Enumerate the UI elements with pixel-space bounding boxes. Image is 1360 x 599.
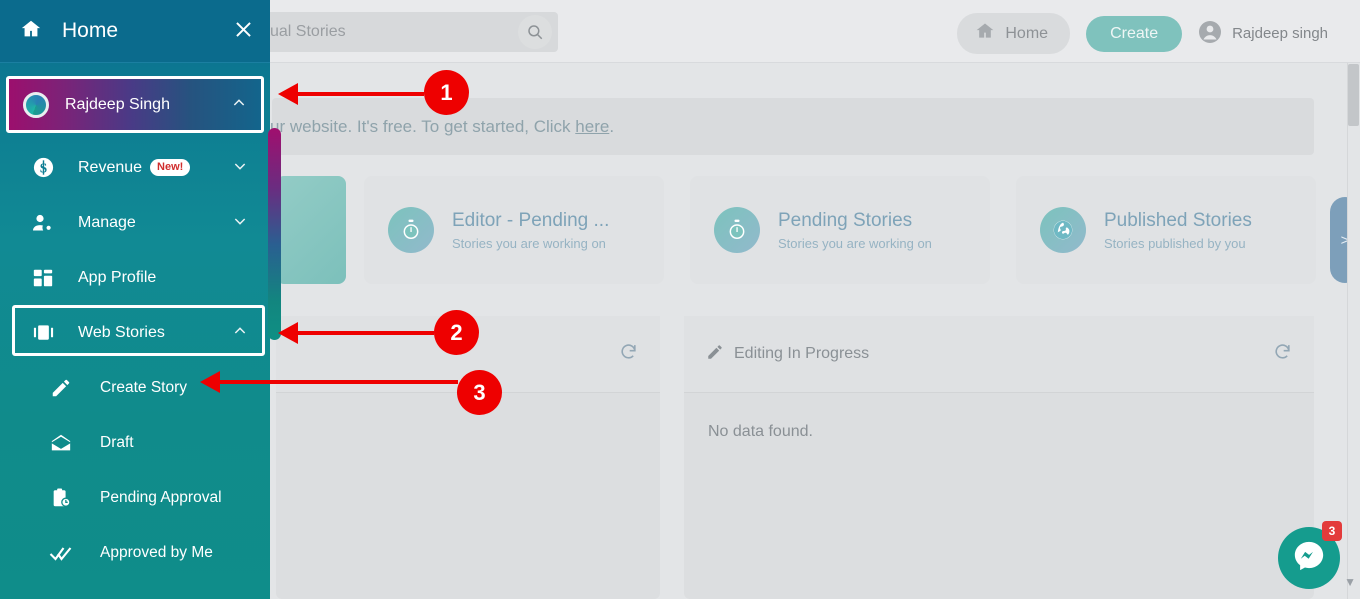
sidebar-item-manage[interactable]: Manage	[0, 195, 270, 250]
page-scrollbar-thumb[interactable]	[1348, 64, 1359, 126]
annotation-line-1	[296, 92, 424, 96]
close-icon[interactable]	[233, 19, 254, 44]
pencil-icon	[706, 343, 724, 366]
stat-card-partial[interactable]	[276, 176, 346, 284]
double-check-icon	[48, 541, 74, 565]
sidebar-item-label: Draft	[100, 433, 134, 451]
sidebar-item-revenue[interactable]: S Revenue New!	[0, 140, 270, 195]
stat-card-pending-stories[interactable]: Pending Stories Stories you are working …	[690, 176, 990, 284]
stat-card-subtitle: Stories published by you	[1104, 235, 1246, 251]
sidebar-item-app-profile[interactable]: App Profile	[0, 250, 270, 305]
sidebar-item-create-story[interactable]: Create Story	[0, 360, 270, 415]
sidebar-item-pending-approval[interactable]: Pending Approval	[0, 470, 270, 525]
manage-accounts-icon	[30, 211, 56, 235]
new-badge: New!	[150, 159, 191, 176]
navigation-drawer: Home Rajdeep Singh Revenue New! Manage A…	[0, 0, 270, 599]
annotation-highlight-account	[6, 76, 264, 133]
header-user-name: Rajdeep singh	[1232, 25, 1328, 42]
messenger-icon	[1292, 539, 1326, 578]
header-create-label: Create	[1110, 24, 1159, 42]
annotation-number: 1	[440, 79, 453, 105]
drawer-scrollbar[interactable]	[268, 128, 281, 340]
sidebar-item-label: Revenue	[78, 158, 143, 176]
pencil-icon	[48, 377, 74, 399]
sidebar-item-label: Pending Approval	[100, 488, 222, 506]
stopwatch-icon	[714, 207, 760, 253]
header-create-button[interactable]: Create	[1086, 15, 1183, 52]
annotation-number: 2	[450, 319, 463, 345]
clipboard-clock-icon	[48, 487, 74, 509]
sidebar-item-label: App Profile	[78, 268, 157, 286]
panel-right-body: No data found.	[708, 423, 813, 440]
sidebar-item-label: Web Stories	[78, 323, 165, 341]
stat-card-subtitle: Stories you are working on	[778, 235, 932, 251]
panel-left	[276, 316, 660, 599]
promo-banner-text: ur website. It's free. To get started, C…	[270, 117, 614, 137]
dashboard-icon	[30, 267, 56, 289]
sidebar-item-label: Manage	[78, 213, 136, 231]
promo-text-after: .	[609, 116, 615, 136]
chevron-up-icon[interactable]	[232, 323, 248, 342]
sidebar-item-web-stories[interactable]: Web Stories	[0, 305, 270, 360]
annotation-marker-3: 3	[457, 370, 502, 415]
stat-card-published-stories[interactable]: Published Stories Stories published by y…	[1016, 176, 1316, 284]
annotation-arrowhead-3	[200, 371, 220, 393]
annotation-line-2	[296, 331, 434, 335]
promo-here-link[interactable]: here	[575, 117, 609, 136]
refresh-icon[interactable]	[1273, 342, 1292, 367]
panel-editing-in-progress: Editing In Progress No data found.	[684, 316, 1314, 599]
home-icon	[20, 18, 42, 45]
chevron-down-icon[interactable]: ▼	[1344, 575, 1356, 589]
drawer-menu: S Revenue New!	[0, 140, 270, 599]
header-home-button[interactable]: Home	[957, 13, 1071, 54]
stopwatch-icon	[388, 207, 434, 253]
account-circle-icon	[1198, 20, 1222, 48]
annotation-marker-1: 1	[424, 70, 469, 115]
stat-card-title: Published Stories	[1104, 209, 1252, 231]
search-icon[interactable]	[518, 15, 552, 49]
sidebar-item-my-published[interactable]: My Published	[0, 580, 270, 599]
stat-cards-row: Editor - Pending ... Stories you are wor…	[276, 176, 1316, 284]
annotation-arrowhead-2	[278, 322, 298, 344]
stat-card-subtitle: Stories you are working on	[452, 235, 606, 251]
stories-icon	[30, 321, 56, 344]
chevron-down-icon[interactable]	[232, 158, 248, 177]
panel-right-header: Editing In Progress	[684, 316, 1314, 393]
messenger-unread-badge: 3	[1322, 521, 1342, 541]
stat-card-title: Editor - Pending ...	[452, 209, 610, 231]
refresh-icon[interactable]	[619, 342, 638, 367]
screen-root: Home Create Rajdeep singh	[0, 0, 1360, 599]
sidebar-item-approved-by-me[interactable]: Approved by Me	[0, 525, 270, 580]
header-user-chip[interactable]: Rajdeep singh	[1198, 20, 1328, 48]
annotation-arrowhead-1	[278, 83, 298, 105]
drawer-title: Home	[62, 19, 119, 42]
chevron-down-icon[interactable]	[232, 213, 248, 232]
sidebar-item-draft[interactable]: Draft	[0, 415, 270, 470]
globe-icon	[1040, 207, 1086, 253]
annotation-marker-2: 2	[434, 310, 479, 355]
stat-card-editor-pending[interactable]: Editor - Pending ... Stories you are wor…	[364, 176, 664, 284]
sidebar-web-stories-wrap: Web Stories	[0, 305, 270, 360]
envelope-open-icon	[48, 432, 74, 454]
panel-right-title: Editing In Progress	[734, 345, 870, 362]
promo-text-before: ur website. It's free. To get started, C…	[270, 116, 576, 136]
header-actions: Home Create Rajdeep singh	[957, 13, 1328, 54]
sidebar-item-label: Approved by Me	[100, 543, 213, 561]
stat-card-title: Pending Stories	[778, 209, 913, 231]
messenger-unread-count: 3	[1328, 524, 1336, 538]
dollar-circle-icon: S	[30, 156, 56, 179]
annotation-line-3	[218, 380, 458, 384]
annotation-number: 3	[473, 379, 486, 405]
page-scrollbar[interactable]	[1347, 63, 1360, 599]
home-icon	[975, 21, 995, 46]
drawer-header: Home	[0, 0, 270, 63]
header-home-label: Home	[1005, 24, 1049, 42]
sidebar-item-label: Create Story	[100, 378, 188, 396]
